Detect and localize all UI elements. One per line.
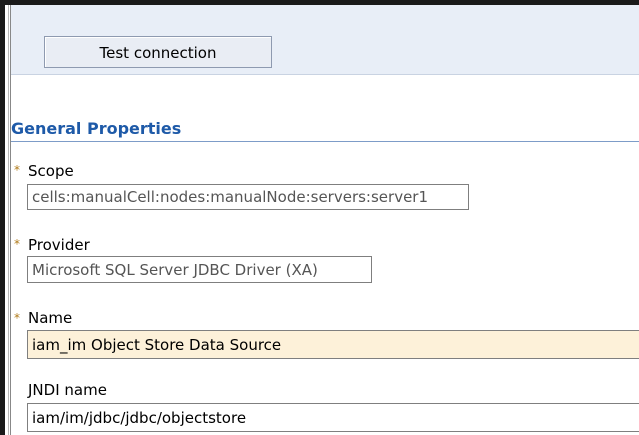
required-marker-scope: * bbox=[14, 163, 20, 177]
test-connection-button[interactable]: Test connection bbox=[44, 36, 272, 68]
required-marker-provider: * bbox=[14, 237, 20, 251]
provider-label: Provider bbox=[28, 236, 90, 254]
jndi-name-label: JNDI name bbox=[28, 381, 107, 399]
section-divider bbox=[11, 141, 639, 142]
section-title-general-properties: General Properties bbox=[11, 119, 182, 138]
name-input[interactable] bbox=[27, 330, 639, 359]
window-left-border bbox=[0, 0, 5, 435]
button-toolbar: Test connection bbox=[11, 5, 639, 75]
provider-field[interactable] bbox=[27, 256, 372, 283]
required-marker-name: * bbox=[14, 311, 20, 325]
left-divider bbox=[8, 5, 9, 435]
name-label: Name bbox=[28, 309, 73, 327]
scope-field[interactable] bbox=[27, 184, 469, 210]
jndi-name-input[interactable] bbox=[27, 403, 639, 432]
scope-label: Scope bbox=[28, 162, 74, 180]
